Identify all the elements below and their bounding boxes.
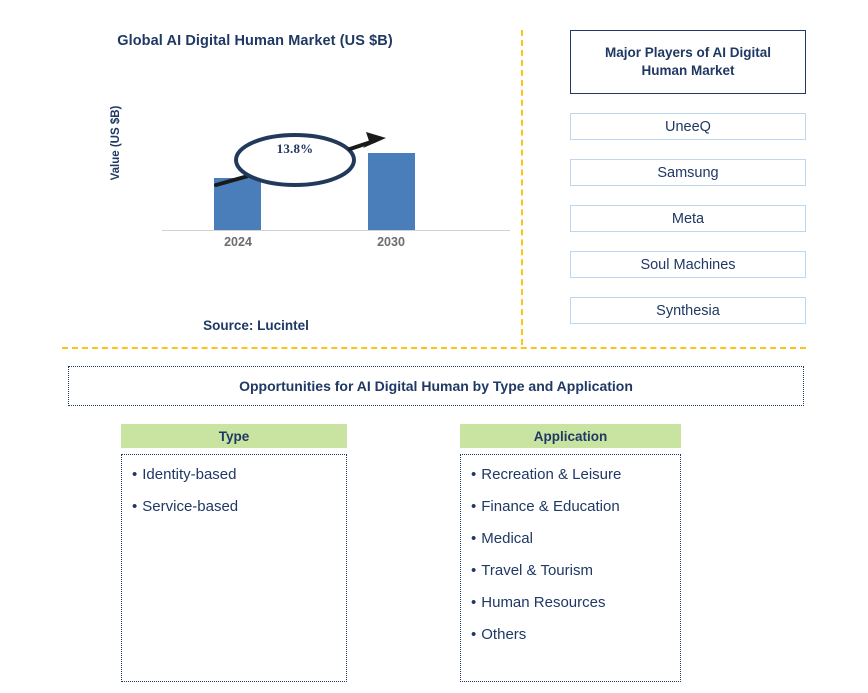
list-item-label: Finance & Education xyxy=(481,498,620,515)
list-item-label: Travel & Tourism xyxy=(481,562,593,579)
opportunities-banner: Opportunities for AI Digital Human by Ty… xyxy=(68,366,804,406)
bullet-icon: • xyxy=(132,498,138,515)
list-item: • Recreation & Leisure xyxy=(471,467,670,482)
x-axis-line xyxy=(162,230,510,231)
list-item: • Service-based xyxy=(132,499,336,514)
list-item: • Travel & Tourism xyxy=(471,563,670,578)
bullet-icon: • xyxy=(471,530,477,547)
list-item: • Identity-based xyxy=(132,467,336,482)
list-item-label: Human Resources xyxy=(481,594,606,611)
list-item: • Finance & Education xyxy=(471,499,670,514)
chart-title: Global AI Digital Human Market (US $B) xyxy=(117,33,393,49)
application-column: Application • Recreation & Leisure • Finan… xyxy=(460,424,681,682)
type-column-body: • Identity-based • Service-based xyxy=(121,454,347,682)
player-item-uneeq[interactable]: UneeQ xyxy=(570,113,806,140)
type-column-header: Type xyxy=(121,424,347,448)
application-column-header: Application xyxy=(460,424,681,448)
y-axis-label: Value (US $B) xyxy=(110,105,122,181)
bullet-icon: • xyxy=(132,466,138,483)
horizontal-divider xyxy=(62,347,806,349)
list-item-label: Medical xyxy=(481,530,533,547)
bullet-icon: • xyxy=(471,594,477,611)
bullet-icon: • xyxy=(471,466,477,483)
player-item-samsung[interactable]: Samsung xyxy=(570,159,806,186)
major-players-header: Major Players of AI Digital Human Market xyxy=(570,30,806,94)
list-item: • Medical xyxy=(471,531,670,546)
vertical-divider xyxy=(521,30,523,345)
cagr-callout-graphic xyxy=(214,132,386,187)
player-item-soul-machines[interactable]: Soul Machines xyxy=(570,251,806,278)
player-item-synthesia[interactable]: Synthesia xyxy=(570,297,806,324)
list-item: • Human Resources xyxy=(471,595,670,610)
application-column-body: • Recreation & Leisure • Finance & Educati… xyxy=(460,454,681,682)
bar-chart-plot: Value (US $B) 2024 2030 13.8% xyxy=(110,105,510,255)
x-tick-label-2030: 2030 xyxy=(377,235,405,249)
major-players-panel: Major Players of AI Digital Human Market… xyxy=(570,30,806,324)
list-item-label: Others xyxy=(481,626,527,643)
bullet-icon: • xyxy=(471,626,477,643)
list-item-label: Service-based xyxy=(142,498,239,515)
list-item: • Others xyxy=(471,627,670,642)
type-column: Type • Identity-based • Service-based xyxy=(121,424,347,682)
bullet-icon: • xyxy=(471,562,477,579)
list-item-label: Recreation & Leisure xyxy=(481,466,622,483)
player-item-meta[interactable]: Meta xyxy=(570,205,806,232)
source-label: Source: Lucintel xyxy=(203,318,309,333)
x-tick-label-2024: 2024 xyxy=(224,235,252,249)
bullet-icon: • xyxy=(471,498,477,515)
market-chart-panel: Global AI Digital Human Market (US $B) V… xyxy=(0,0,522,350)
list-item-label: Identity-based xyxy=(142,466,237,483)
cagr-value-label: 13.8% xyxy=(276,141,314,156)
